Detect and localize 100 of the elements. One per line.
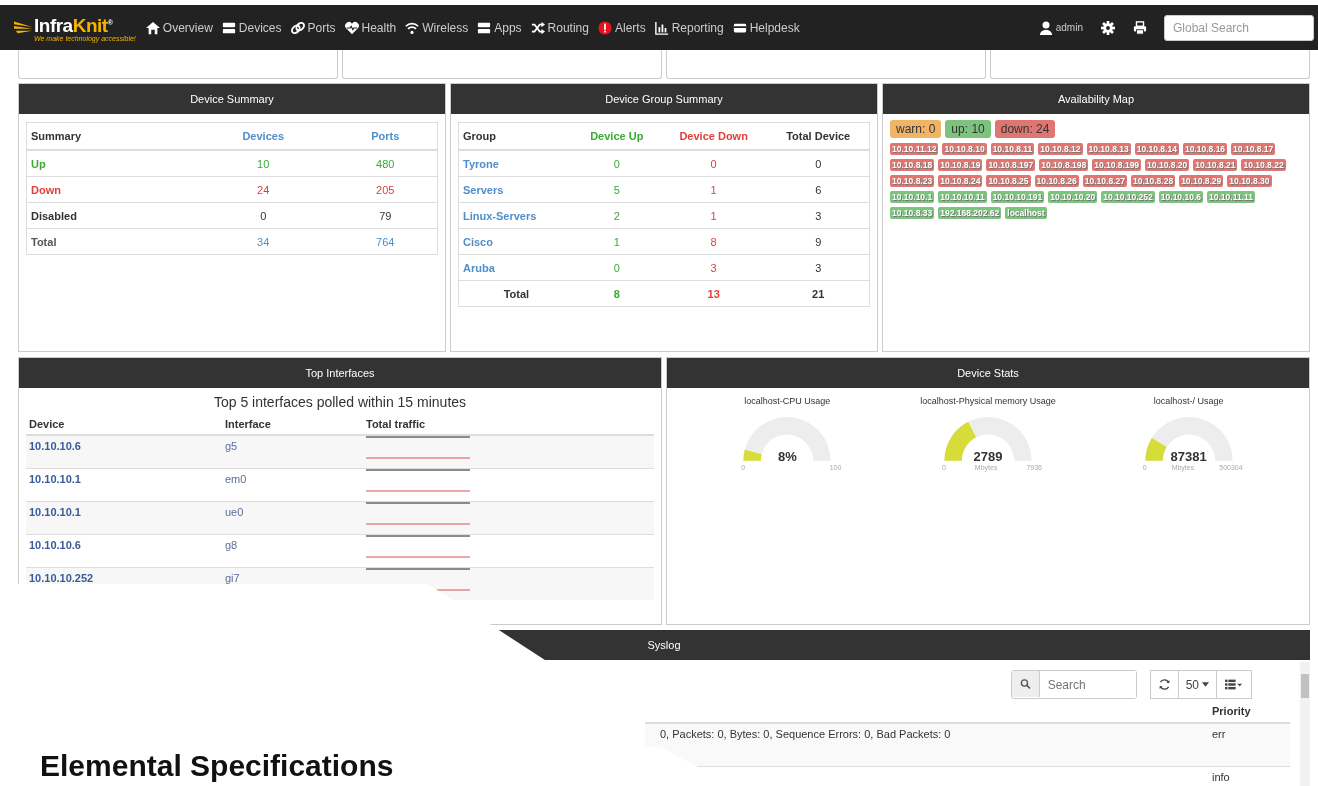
host-badge[interactable]: 10.10.8.16 <box>1182 143 1228 155</box>
host-badge[interactable]: localhost <box>1005 207 1047 219</box>
status-count-badge: down: 24 <box>994 120 1056 138</box>
host-badge[interactable]: 10.10.8.18 <box>890 159 935 171</box>
table-cell: 5 <box>573 176 660 203</box>
host-badge[interactable]: 10.10.10.191 <box>990 191 1045 203</box>
host-badge[interactable]: 10.10.8.24 <box>938 175 983 187</box>
column-header: Total Device <box>767 122 870 150</box>
host-badge[interactable]: 10.10.10.11 <box>938 191 987 203</box>
gauge-value: 87381 <box>1169 449 1208 464</box>
table-cell: 0 <box>573 150 660 177</box>
device-link[interactable]: 10.10.10.1 <box>29 506 81 518</box>
table-cell: 8 <box>573 280 660 307</box>
table-cell: Up <box>26 150 193 177</box>
host-badge[interactable]: 10.10.10.20 <box>1048 191 1098 203</box>
host-badge[interactable]: 10.10.8.33 <box>890 207 935 219</box>
global-search-field[interactable]: Global Search <box>1164 14 1314 41</box>
table-cell: 24 <box>192 176 334 203</box>
nav-link[interactable]: Reporting <box>654 20 724 35</box>
interface-link[interactable]: gi7 <box>225 572 240 584</box>
interface-link[interactable]: g5 <box>225 440 238 452</box>
host-badge[interactable]: 10.10.11.11 <box>1207 191 1255 203</box>
table-cell: Total <box>458 280 574 307</box>
table-cell: 0 <box>659 150 768 177</box>
host-badge[interactable]: 10.10.11.12 <box>890 143 939 155</box>
nav-link[interactable]: Health <box>344 20 397 35</box>
host-badge[interactable]: 10.10.8.20 <box>1145 159 1190 171</box>
group-link[interactable]: Cisco <box>463 235 493 248</box>
host-badge[interactable]: 192.168.202.62 <box>938 207 1002 219</box>
interface-link[interactable]: ue0 <box>225 506 244 518</box>
host-badge[interactable]: 10.10.8.22 <box>1241 159 1286 171</box>
nav-link[interactable]: Devices <box>221 20 282 35</box>
host-badge[interactable]: 10.10.8.12 <box>1038 143 1083 155</box>
host-badge[interactable]: 10.10.8.26 <box>1034 175 1079 187</box>
refresh-button[interactable] <box>1149 670 1179 699</box>
table-cell: 0 <box>767 150 870 177</box>
host-badge[interactable]: 10.10.8.197 <box>986 159 1036 171</box>
group-link[interactable]: Servers <box>463 183 504 196</box>
host-badge[interactable]: 10.10.8.13 <box>1086 143 1131 155</box>
nav-link[interactable]: Alerts <box>597 20 646 35</box>
device-link[interactable]: 10.10.10.1 <box>29 473 81 485</box>
device-link[interactable]: 10.10.10.252 <box>29 572 94 584</box>
status-count-badge: up: 10 <box>945 120 991 138</box>
column-header: Ports <box>333 122 438 150</box>
host-badge[interactable]: 10.10.8.29 <box>1179 175 1224 187</box>
host-badge[interactable]: 10.10.8.198 <box>1039 159 1089 171</box>
nav-link[interactable]: Helpdesk <box>732 20 800 35</box>
nav-link[interactable]: Apps <box>477 20 522 35</box>
settings-icon[interactable] <box>1101 20 1115 35</box>
host-badge[interactable]: 10.10.8.21 <box>1193 159 1238 171</box>
host-badge[interactable]: 10.10.8.17 <box>1231 143 1276 155</box>
table-cell: 6 <box>767 176 870 203</box>
host-badge[interactable]: 10.10.10.6 <box>1158 191 1203 203</box>
gauge-value: 2789 <box>972 449 1004 464</box>
panel-title: Device Stats <box>667 358 1309 388</box>
host-badge[interactable]: 10.10.8.28 <box>1130 175 1176 187</box>
caret-icon <box>1202 682 1209 687</box>
group-link[interactable]: Linux-Servers <box>463 209 537 222</box>
host-badge[interactable]: 10.10.8.25 <box>986 175 1031 187</box>
table-cell: 480 <box>333 150 438 177</box>
group-link[interactable]: Aruba <box>463 261 495 274</box>
panel-title: Device Group Summary <box>451 84 877 114</box>
nav-link[interactable]: Wireless <box>405 20 469 35</box>
server-icon <box>221 20 236 35</box>
host-badge[interactable]: 10.10.10.252 <box>1101 191 1155 203</box>
host-badge[interactable]: 10.10.8.199 <box>1092 159 1142 171</box>
host-badge[interactable]: 10.10.8.23 <box>890 175 935 187</box>
interface-link[interactable]: em0 <box>225 473 247 485</box>
host-badge[interactable]: 10.10.8.11 <box>990 143 1035 155</box>
print-icon[interactable] <box>1133 20 1147 35</box>
table-cell: 34 <box>192 228 334 255</box>
log-priority: err <box>1212 728 1227 740</box>
host-badge[interactable]: 10.10.8.14 <box>1134 143 1179 155</box>
group-link[interactable]: Tyrone <box>463 157 499 170</box>
table-cell: 8 <box>659 228 768 255</box>
host-badge[interactable]: 10.10.8.27 <box>1082 175 1127 187</box>
bar-chart-icon <box>654 20 669 35</box>
panel-title: Availability Map <box>883 84 1309 114</box>
column-header: Devices <box>192 122 334 150</box>
nav-link[interactable]: Ports <box>290 20 336 35</box>
host-badge[interactable]: 10.10.10.1 <box>890 191 935 203</box>
panel-subtitle: Top 5 interfaces polled within 15 minutes <box>212 394 468 410</box>
columns-dropdown[interactable] <box>1216 670 1252 699</box>
column-header: Summary <box>26 122 193 150</box>
host-badge[interactable]: 10.10.8.10 <box>942 143 987 155</box>
nav-link[interactable]: Overview <box>145 20 213 35</box>
table-cell: 13 <box>659 280 768 307</box>
log-priority: info <box>1212 771 1231 783</box>
user-menu[interactable]: admin <box>1038 20 1083 35</box>
host-badge[interactable]: 10.10.8.19 <box>938 159 983 171</box>
gauge-title: localhost-Physical memory Usage <box>920 396 1056 406</box>
device-link[interactable]: 10.10.10.6 <box>29 440 81 452</box>
interface-link[interactable]: g8 <box>225 539 238 551</box>
table-cell: 0 <box>192 202 334 229</box>
table-cell: 1 <box>659 202 768 229</box>
gauge-title: localhost-/ Usage <box>1153 396 1224 406</box>
host-badge[interactable]: 10.10.8.30 <box>1227 175 1272 187</box>
nav-link[interactable]: Routing <box>530 20 589 35</box>
device-link[interactable]: 10.10.10.6 <box>29 539 81 551</box>
table-cell: 21 <box>767 280 870 307</box>
